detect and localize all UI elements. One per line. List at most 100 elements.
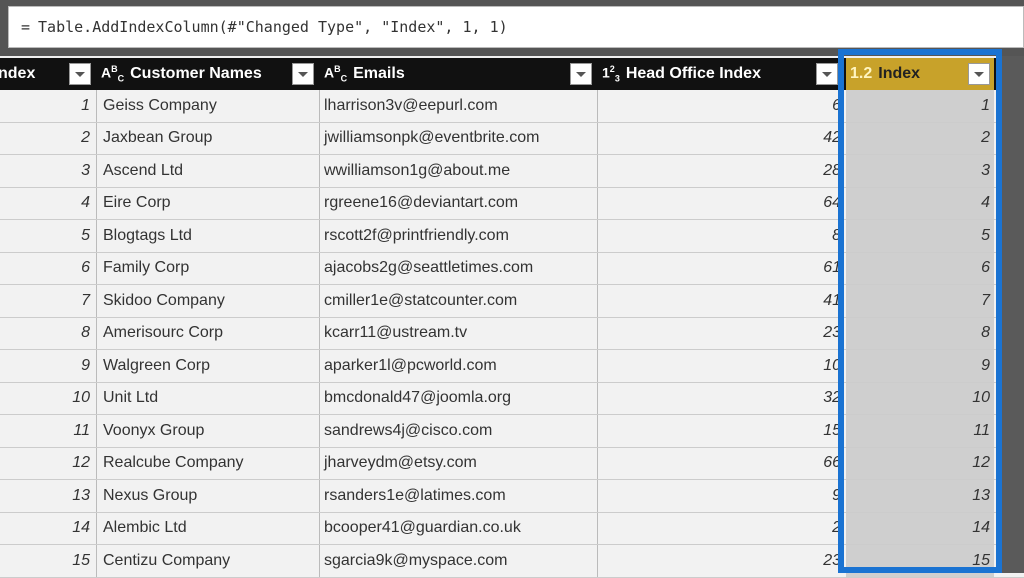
table-row[interactable]: 4 Eire Corp rgreene16@deviantart.com 64 4 xyxy=(0,187,1024,220)
cell-email[interactable]: sgarcia9k@myspace.com xyxy=(320,545,598,577)
cell-head-office-index[interactable]: 6 xyxy=(598,90,841,122)
formula-bar[interactable]: = Table.AddIndexColumn(#"Changed Type", … xyxy=(8,6,1024,48)
cell-email[interactable]: lharrison3v@eepurl.com xyxy=(320,90,598,122)
cell-customer-name[interactable]: Realcube Company xyxy=(97,447,320,479)
cell-head-office-index[interactable]: 61 xyxy=(598,253,841,285)
cell-new-index[interactable]: 6 xyxy=(846,252,994,284)
cell-new-index[interactable]: 10 xyxy=(846,382,994,414)
cell-index[interactable]: 9 xyxy=(0,350,97,382)
table-row[interactable]: 8 Amerisourc Corp kcarr11@ustream.tv 23 8 xyxy=(0,317,1024,350)
cell-head-office-index[interactable]: 28 xyxy=(598,155,841,187)
column-header-customer-names[interactable]: ABC Customer Names xyxy=(97,58,320,90)
cell-index[interactable]: 3 xyxy=(0,155,97,187)
cell-email[interactable]: jharveydm@etsy.com xyxy=(320,447,598,479)
cell-head-office-index[interactable]: 32 xyxy=(598,383,841,415)
cell-email[interactable]: sandrews4j@cisco.com xyxy=(320,415,598,447)
table-row[interactable]: 9 Walgreen Corp aparker1l@pcworld.com 10 9 xyxy=(0,350,1024,383)
table-row[interactable]: 10 Unit Ltd bmcdonald47@joomla.org 32 10 xyxy=(0,382,1024,415)
cell-email[interactable]: wwilliamson1g@about.me xyxy=(320,155,598,187)
table-row[interactable]: 12 Realcube Company jharveydm@etsy.com 66 12 xyxy=(0,447,1024,480)
text-type-icon[interactable]: ABC xyxy=(324,64,347,83)
cell-head-office-index[interactable]: 42 xyxy=(598,123,841,155)
cell-customer-name[interactable]: Jaxbean Group xyxy=(97,122,320,154)
formula-expression[interactable]: Table.AddIndexColumn(#"Changed Type", "I… xyxy=(38,18,508,36)
cell-index[interactable]: 12 xyxy=(0,447,97,479)
cell-new-index[interactable]: 11 xyxy=(846,415,994,447)
cell-email[interactable]: rscott2f@printfriendly.com xyxy=(320,220,598,252)
cell-index[interactable]: 1 xyxy=(0,90,97,122)
cell-new-index[interactable]: 15 xyxy=(846,545,994,577)
cell-customer-name[interactable]: Amerisourc Corp xyxy=(97,317,320,349)
cell-email[interactable]: aparker1l@pcworld.com xyxy=(320,350,598,382)
cell-customer-name[interactable]: Skidoo Company xyxy=(97,285,320,317)
cell-head-office-index[interactable]: 8 xyxy=(598,220,841,252)
cell-index[interactable]: 7 xyxy=(0,285,97,317)
cell-head-office-index[interactable]: 10 xyxy=(598,350,841,382)
cell-head-office-index[interactable]: 64 xyxy=(598,188,841,220)
cell-email[interactable]: rgreene16@deviantart.com xyxy=(320,187,598,219)
cell-customer-name[interactable]: Ascend Ltd xyxy=(97,155,320,187)
cell-head-office-index[interactable]: 9 xyxy=(598,480,841,512)
cell-new-index[interactable]: 5 xyxy=(846,220,994,252)
cell-index[interactable]: 13 xyxy=(0,480,97,512)
column-header-new-index[interactable]: 1.2 Index xyxy=(846,58,994,90)
table-row[interactable]: 7 Skidoo Company cmiller1e@statcounter.com… xyxy=(0,285,1024,318)
table-row[interactable]: 2 Jaxbean Group jwilliamsonpk@eventbrite.c… xyxy=(0,122,1024,155)
cell-customer-name[interactable]: Nexus Group xyxy=(97,480,320,512)
cell-head-office-index[interactable]: 66 xyxy=(598,448,841,480)
cell-email[interactable]: kcarr11@ustream.tv xyxy=(320,317,598,349)
cell-new-index[interactable]: 7 xyxy=(846,285,994,317)
cell-index[interactable]: 4 xyxy=(0,187,97,219)
cell-new-index[interactable]: 9 xyxy=(846,350,994,382)
cell-customer-name[interactable]: Centizu Company xyxy=(97,545,320,577)
decimal-type-icon[interactable]: 1.2 xyxy=(850,65,872,83)
cell-customer-name[interactable]: Voonyx Group xyxy=(97,415,320,447)
cell-new-index[interactable]: 13 xyxy=(846,480,994,512)
cell-email[interactable]: bmcdonald47@joomla.org xyxy=(320,382,598,414)
filter-dropdown-button[interactable] xyxy=(570,63,592,85)
filter-dropdown-button[interactable] xyxy=(968,63,990,85)
table-row[interactable]: 1 Geiss Company lharrison3v@eepurl.com 6 1 xyxy=(0,90,1024,123)
cell-index[interactable]: 15 xyxy=(0,545,97,577)
cell-new-index[interactable]: 3 xyxy=(846,155,994,187)
table-row[interactable]: 6 Family Corp ajacobs2g@seattletimes.com 61… xyxy=(0,252,1024,285)
cell-index[interactable]: 11 xyxy=(0,415,97,447)
cell-customer-name[interactable]: Alembic Ltd xyxy=(97,512,320,544)
table-row[interactable]: 3 Ascend Ltd wwilliamson1g@about.me 28 3 xyxy=(0,155,1024,188)
cell-customer-name[interactable]: Walgreen Corp xyxy=(97,350,320,382)
cell-index[interactable]: 2 xyxy=(0,122,97,154)
cell-new-index[interactable]: 1 xyxy=(846,90,994,122)
cell-customer-name[interactable]: Blogtags Ltd xyxy=(97,220,320,252)
cell-index[interactable]: 8 xyxy=(0,317,97,349)
table-row[interactable]: 5 Blogtags Ltd rscott2f@printfriendly.com 8… xyxy=(0,220,1024,253)
cell-index[interactable]: 5 xyxy=(0,220,97,252)
table-row[interactable]: 13 Nexus Group rsanders1e@latimes.com 9 13 xyxy=(0,480,1024,513)
cell-email[interactable]: bcooper41@guardian.co.uk xyxy=(320,512,598,544)
cell-email[interactable]: cmiller1e@statcounter.com xyxy=(320,285,598,317)
cell-head-office-index[interactable]: 23 xyxy=(598,318,841,350)
cell-index[interactable]: 10 xyxy=(0,382,97,414)
column-header-index[interactable]: ndex xyxy=(0,58,97,90)
cell-customer-name[interactable]: Geiss Company xyxy=(97,90,320,122)
cell-new-index[interactable]: 2 xyxy=(846,122,994,154)
cell-index[interactable]: 14 xyxy=(0,512,97,544)
cell-email[interactable]: rsanders1e@latimes.com xyxy=(320,480,598,512)
cell-new-index[interactable]: 4 xyxy=(846,187,994,219)
column-header-head-office-index[interactable]: 123 Head Office Index xyxy=(598,58,841,90)
cell-new-index[interactable]: 12 xyxy=(846,447,994,479)
table-row[interactable]: 11 Voonyx Group sandrews4j@cisco.com 15 11 xyxy=(0,415,1024,448)
cell-email[interactable]: ajacobs2g@seattletimes.com xyxy=(320,252,598,284)
cell-head-office-index[interactable]: 23 xyxy=(598,545,841,577)
cell-head-office-index[interactable]: 15 xyxy=(598,415,841,447)
cell-email[interactable]: jwilliamsonpk@eventbrite.com xyxy=(320,122,598,154)
cell-head-office-index[interactable]: 41 xyxy=(598,285,841,317)
filter-dropdown-button[interactable] xyxy=(816,63,838,85)
cell-customer-name[interactable]: Family Corp xyxy=(97,252,320,284)
text-type-icon[interactable]: ABC xyxy=(101,64,124,83)
cell-customer-name[interactable]: Eire Corp xyxy=(97,187,320,219)
cell-new-index[interactable]: 8 xyxy=(846,317,994,349)
filter-dropdown-button[interactable] xyxy=(292,63,314,85)
cell-head-office-index[interactable]: 2 xyxy=(598,513,841,545)
cell-customer-name[interactable]: Unit Ltd xyxy=(97,382,320,414)
column-header-emails[interactable]: ABC Emails xyxy=(320,58,598,90)
